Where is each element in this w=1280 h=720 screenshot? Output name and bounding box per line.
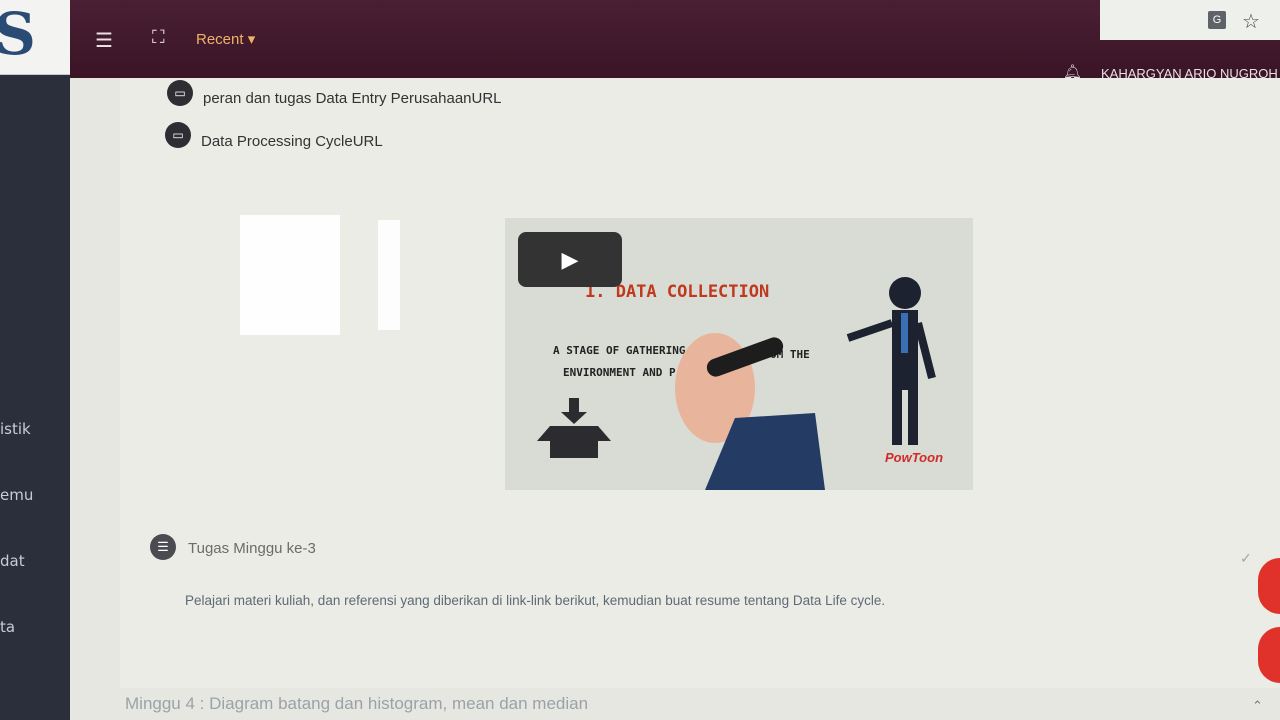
menu-icon[interactable]: ☰ (95, 28, 113, 53)
assignment-title[interactable]: Tugas Minggu ke-3 (188, 540, 316, 557)
drawing-hand (675, 333, 825, 490)
fullscreen-icon[interactable]: ⛶ (152, 27, 165, 48)
sidebar-item[interactable]: emu (0, 486, 33, 504)
video-player[interactable]: 1. DATA COLLECTION A STAGE OF GATHERING … (505, 218, 973, 490)
left-sidebar: S istik emu dat ta (0, 0, 70, 720)
cartoon-figure (846, 277, 936, 445)
screen-glare (240, 215, 340, 335)
box-download-icon (537, 398, 611, 458)
logo[interactable]: S (0, 0, 70, 75)
url-icon: ▭ (165, 122, 191, 148)
play-button[interactable]: ▶ (518, 232, 622, 287)
star-icon[interactable]: ☆ (1242, 9, 1260, 34)
chevron-up-icon[interactable]: ⌃ (1252, 698, 1263, 714)
powtoon-logo: PowToon (885, 450, 944, 465)
logo-mark: S (0, 0, 36, 68)
check-icon[interactable]: ✓ (1240, 550, 1252, 567)
url-icon: ▭ (167, 80, 193, 106)
screen-glare (378, 220, 400, 330)
url-link[interactable]: peran dan tugas Data Entry PerusahaanURL (203, 90, 502, 107)
sidebar-item[interactable]: istik (0, 420, 31, 438)
recent-dropdown[interactable]: Recent ▾ (196, 30, 255, 48)
sidebar-item[interactable]: dat (0, 552, 25, 570)
assignment-icon: ☰ (150, 534, 176, 560)
assignment-description: Pelajari materi kuliah, dan referensi ya… (185, 593, 886, 608)
sidebar-item[interactable]: ta (0, 618, 15, 636)
video-text: ENVIRONMENT AND P (563, 366, 676, 379)
translate-icon[interactable]: G (1208, 11, 1226, 29)
url-link[interactable]: Data Processing CycleURL (201, 133, 383, 150)
section-title[interactable]: Minggu 4 : Diagram batang dan histogram,… (125, 694, 588, 714)
